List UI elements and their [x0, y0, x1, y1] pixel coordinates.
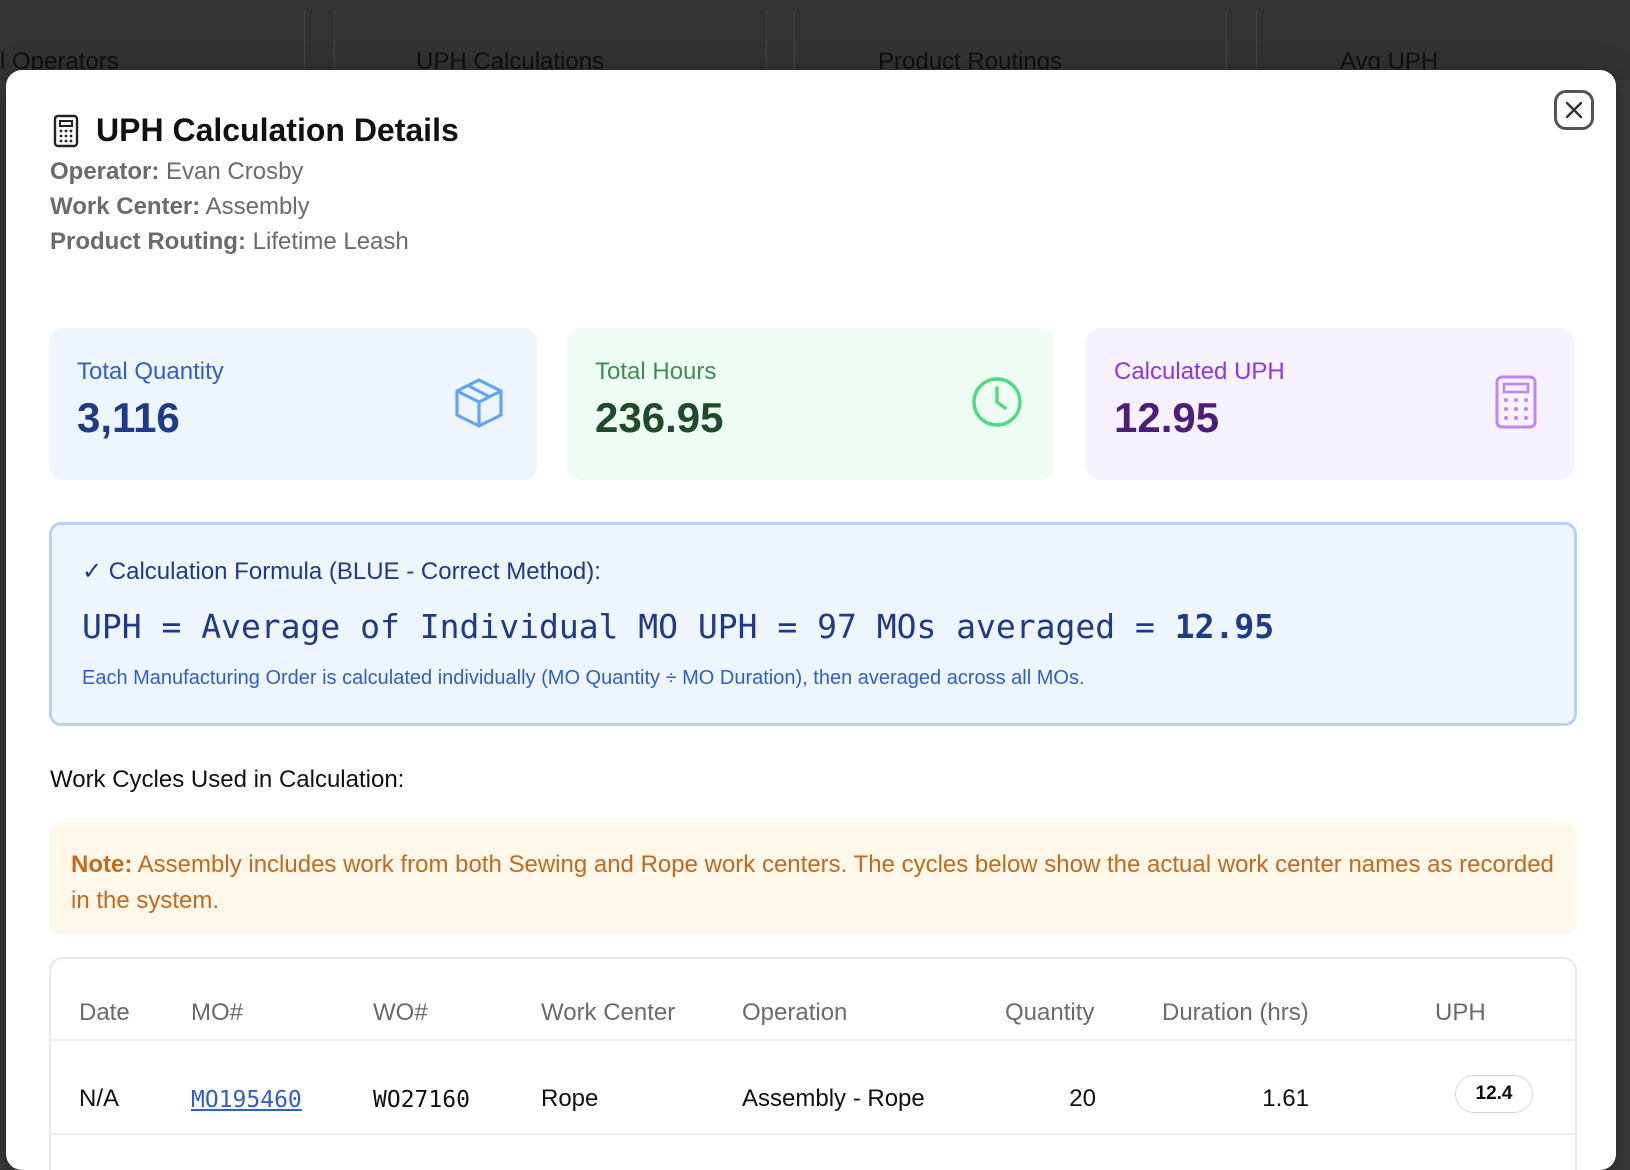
- modal-title: UPH Calculation Details: [96, 112, 459, 148]
- background-table-header: l Operators UPH Calculations Product Rou…: [0, 0, 1630, 80]
- formula-equation: UPH = Average of Individual MO UPH = 97 …: [82, 607, 1274, 646]
- close-button[interactable]: [1554, 90, 1594, 130]
- close-icon: [1565, 101, 1583, 119]
- note-text: Assembly includes work from both Sewing …: [71, 851, 1554, 914]
- assembly-note: Note: Assembly includes work from both S…: [49, 823, 1577, 935]
- product-routing-value: Lifetime Leash: [252, 228, 409, 255]
- formula-equation-text: UPH = Average of Individual MO UPH = 97 …: [82, 607, 1175, 646]
- work-center-value: Assembly: [205, 193, 310, 220]
- cell-wo: WO27160: [373, 1087, 470, 1113]
- uph-details-modal: UPH Calculation Details Operator: Evan C…: [6, 70, 1616, 1170]
- formula-result: 12.95: [1174, 607, 1275, 646]
- total-hours-card: Total Hours 236.95: [567, 328, 1055, 480]
- header-quantity[interactable]: Quantity: [1005, 999, 1094, 1027]
- calculator-icon: [1495, 375, 1537, 429]
- uph-badge: 12.4: [1455, 1075, 1533, 1113]
- header-operation[interactable]: Operation: [742, 999, 847, 1027]
- cell-quantity: 20: [1069, 1085, 1096, 1112]
- calculation-formula-box: ✓ Calculation Formula (BLUE - Correct Me…: [49, 522, 1577, 726]
- cell-operation: Assembly - Rope: [742, 1085, 925, 1112]
- calculated-uph-card: Calculated UPH 12.95: [1086, 328, 1574, 480]
- formula-description: Each Manufacturing Order is calculated i…: [82, 667, 1085, 689]
- cell-duration: 1.61: [1262, 1085, 1309, 1112]
- operator-label: Operator:: [50, 158, 160, 185]
- total-hours-label: Total Hours: [595, 358, 717, 385]
- formula-heading: ✓ Calculation Formula (BLUE - Correct Me…: [82, 558, 601, 585]
- work-center-label: Work Center:: [50, 193, 201, 220]
- row-divider: [51, 1133, 1575, 1135]
- cell-work-center: Rope: [541, 1085, 599, 1112]
- total-hours-value: 236.95: [595, 394, 724, 441]
- work-center-info: Work Center: Assembly: [50, 193, 310, 221]
- mo-link[interactable]: MO195460: [191, 1087, 302, 1113]
- package-icon: [455, 378, 503, 428]
- header-divider: [51, 1039, 1575, 1041]
- header-mo[interactable]: MO#: [191, 999, 243, 1027]
- cell-date: N/A: [79, 1085, 120, 1112]
- operator-value: Evan Crosby: [166, 158, 304, 185]
- product-routing-label: Product Routing:: [50, 228, 246, 255]
- calculator-icon: [53, 114, 79, 147]
- clock-icon: [972, 377, 1022, 427]
- total-quantity-label: Total Quantity: [77, 358, 224, 385]
- work-cycles-title: Work Cycles Used in Calculation:: [50, 766, 405, 793]
- modal-header: UPH Calculation Details: [50, 112, 459, 149]
- header-date[interactable]: Date: [79, 999, 130, 1027]
- header-wo[interactable]: WO#: [373, 999, 428, 1027]
- total-quantity-card: Total Quantity 3,116: [49, 328, 537, 480]
- calculated-uph-value: 12.95: [1114, 394, 1220, 441]
- note-label: Note:: [71, 851, 133, 878]
- header-work-center[interactable]: Work Center: [541, 999, 675, 1027]
- work-cycles-table: Date MO# WO# Work Center Operation Quant…: [49, 957, 1577, 1170]
- header-uph[interactable]: UPH: [1435, 999, 1486, 1027]
- header-duration[interactable]: Duration (hrs): [1162, 999, 1309, 1027]
- operator-info: Operator: Evan Crosby: [50, 158, 303, 186]
- total-quantity-value: 3,116: [77, 394, 180, 441]
- product-routing-info: Product Routing: Lifetime Leash: [50, 228, 409, 256]
- calculated-uph-label: Calculated UPH: [1114, 358, 1285, 385]
